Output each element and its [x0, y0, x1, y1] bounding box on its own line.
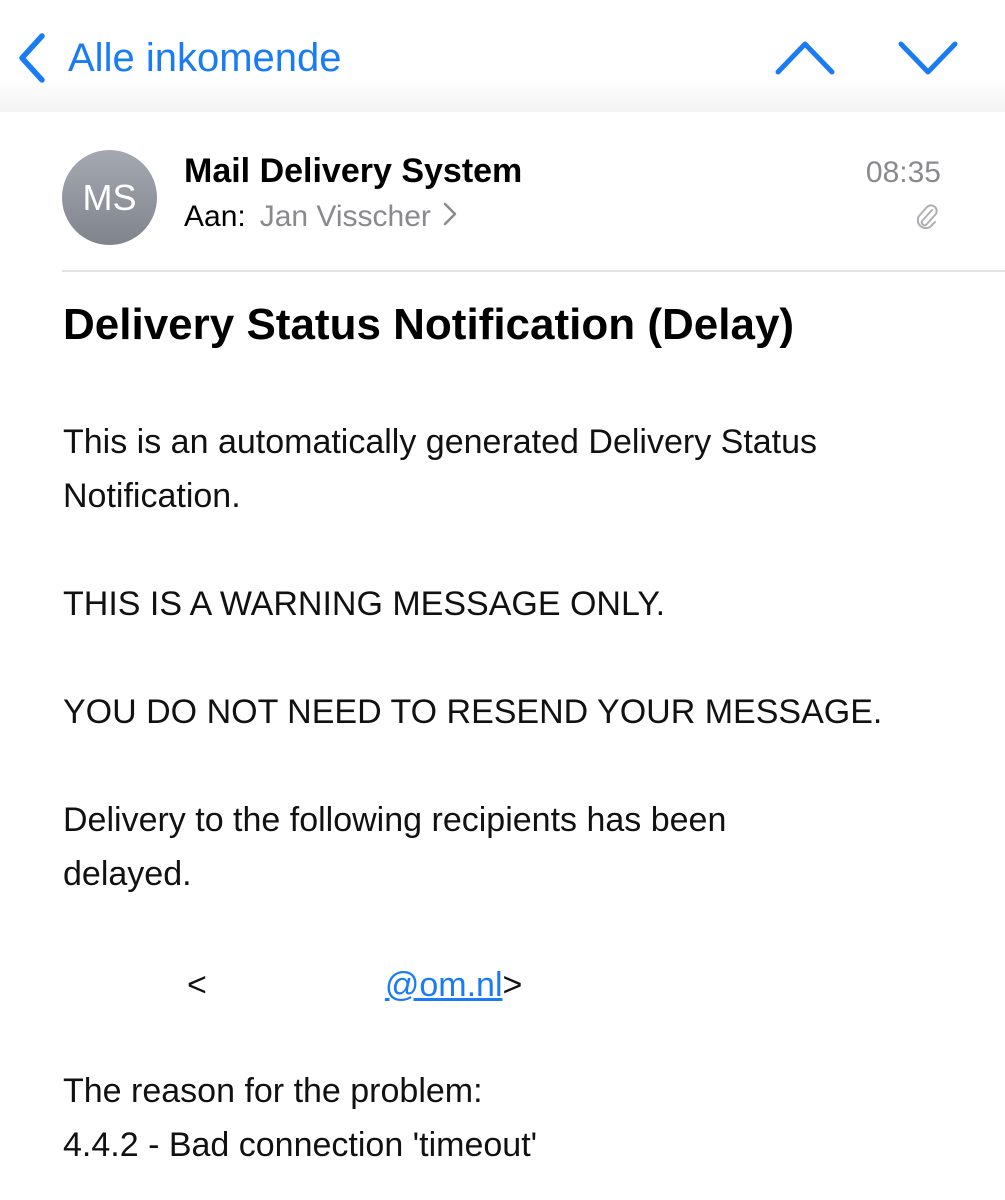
- body-line: Delivery to the following recipients has…: [63, 801, 727, 839]
- back-button-label: Alle inkomende: [68, 35, 342, 80]
- reason-detail: 4.4.2 - Bad connection 'timeout': [63, 1126, 538, 1164]
- no-resend-line: YOU DO NOT NEED TO RESEND YOUR MESSAGE.: [63, 693, 883, 731]
- body-line: delayed.: [63, 855, 192, 893]
- chevron-up-icon: [775, 36, 835, 80]
- back-button[interactable]: Alle inkomende: [18, 28, 342, 88]
- warning-line: THIS IS A WARNING MESSAGE ONLY.: [63, 585, 666, 623]
- chevron-right-icon[interactable]: [443, 200, 457, 234]
- chevron-down-icon: [898, 36, 958, 80]
- recipient-email-link[interactable]: @om.nl: [385, 966, 503, 1004]
- recipient-row[interactable]: Aan: Jan Visscher: [184, 200, 457, 234]
- back-chevron-icon: [18, 33, 46, 83]
- message-time: 08:35: [865, 156, 941, 189]
- reason-block: The reason for the problem: 4.4.2 - Bad …: [63, 1064, 537, 1172]
- message-header: MS Mail Delivery System Aan: Jan Vissche…: [0, 112, 1005, 272]
- header-divider: [62, 270, 1005, 272]
- sender-name[interactable]: Mail Delivery System: [184, 152, 522, 191]
- message-subject: Delivery Status Notification (Delay): [63, 300, 795, 349]
- avatar[interactable]: MS: [62, 150, 157, 245]
- next-message-button[interactable]: [898, 36, 958, 80]
- body-line: Notification.: [63, 477, 241, 515]
- recipient-close-bracket: >: [502, 966, 523, 1004]
- body-line: This is an automatically generated Deliv…: [63, 423, 818, 461]
- to-name[interactable]: Jan Visscher: [260, 200, 431, 234]
- delayed-recipient: < @om.nl>: [187, 958, 522, 1012]
- previous-message-button[interactable]: [775, 36, 835, 80]
- message-body: This is an automatically generated Deliv…: [63, 415, 943, 901]
- reason-label: The reason for the problem:: [63, 1072, 483, 1110]
- to-label: Aan:: [184, 200, 246, 233]
- redacted-address: [206, 972, 385, 1003]
- paperclip-icon: [915, 202, 939, 237]
- navigation-bar: Alle inkomende: [0, 0, 1005, 112]
- recipient-open-bracket: <: [187, 966, 207, 1004]
